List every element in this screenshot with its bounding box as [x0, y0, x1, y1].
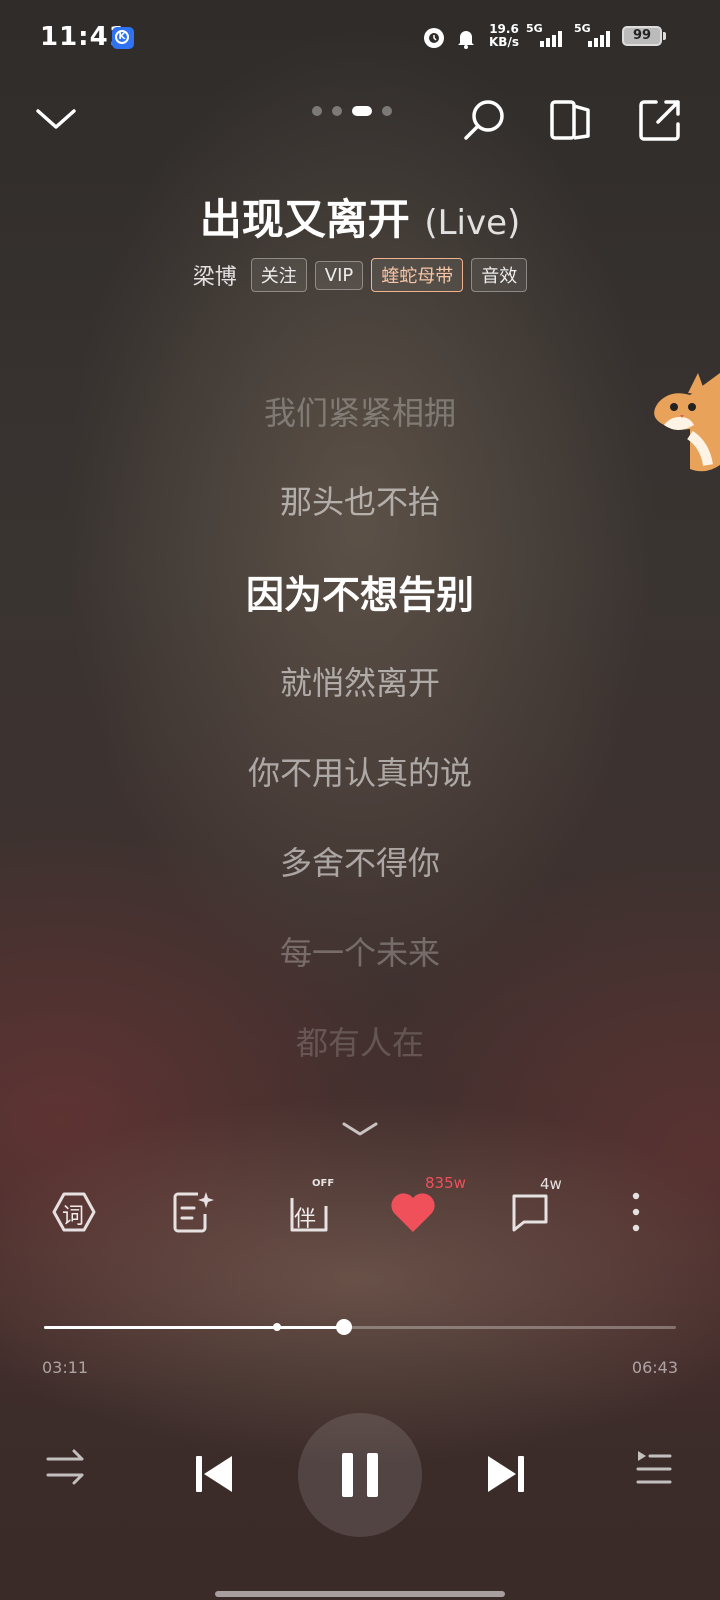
lyrics-icon-text: 词	[62, 1204, 85, 1229]
network-speed: 19.6 KB/s	[489, 22, 519, 49]
signal-sim1-icon	[540, 31, 562, 47]
lyric-line-current[interactable]: 因为不想告别	[0, 564, 720, 619]
lyric-line[interactable]: 就悄然离开	[0, 658, 720, 704]
page-dot[interactable]	[312, 106, 322, 116]
search-icon[interactable]	[460, 96, 508, 144]
app-badge-icon: K	[112, 27, 134, 49]
like-button[interactable]: 835w	[388, 1174, 466, 1236]
accompany-icon-text: 伴	[294, 1207, 317, 1232]
comment-icon	[512, 1194, 548, 1232]
song-title-main: 出现又离开	[199, 195, 410, 244]
song-title-suffix: (Live)	[424, 203, 521, 243]
lyric-line[interactable]: 都有人在	[0, 1018, 720, 1064]
lyric-line[interactable]: 你不用认真的说	[0, 748, 720, 794]
lyrics-button[interactable]: 词	[50, 1188, 98, 1236]
page-dot[interactable]	[332, 106, 342, 116]
shuffle-icon[interactable]	[44, 1445, 88, 1489]
pause-icon	[342, 1453, 378, 1497]
sound-effect-tag[interactable]: 音效	[471, 258, 528, 292]
notification-mute-icon	[458, 31, 474, 49]
comment-count: 4w	[540, 1175, 562, 1193]
more-icon[interactable]	[624, 1188, 648, 1236]
lyric-line[interactable]: 那头也不抬	[0, 477, 720, 523]
elapsed-time: 03:11	[42, 1358, 89, 1377]
alarm-icon	[424, 28, 444, 48]
progress-fill	[44, 1326, 344, 1329]
battery-tip	[663, 32, 666, 40]
master-quality-tag[interactable]: 蝰蛇母带	[371, 258, 464, 292]
accompany-button[interactable]: 伴 OFF	[286, 1178, 334, 1236]
collapse-icon[interactable]	[32, 95, 80, 143]
expand-lyrics-icon[interactable]	[340, 1118, 380, 1138]
heart-icon	[391, 1193, 435, 1232]
page-dot-active[interactable]	[352, 106, 372, 116]
progress-knob[interactable]	[335, 1319, 352, 1335]
device-switch-icon[interactable]	[548, 96, 596, 144]
lyric-line[interactable]: 我们紧紧相拥	[0, 388, 720, 434]
progress-marker	[272, 1323, 281, 1331]
like-count: 835w	[425, 1174, 466, 1192]
song-meta: 梁博 关注 VIP 蝰蛇母带 音效	[0, 258, 720, 292]
accompany-state: OFF	[312, 1178, 335, 1189]
comment-button[interactable]: 4w	[508, 1175, 568, 1236]
ai-notes-icon[interactable]	[168, 1188, 216, 1236]
playlist-icon[interactable]	[634, 1445, 674, 1489]
total-time: 06:43	[631, 1358, 678, 1377]
battery-indicator: 99	[622, 26, 662, 46]
page-indicator[interactable]	[312, 106, 392, 116]
follow-tag[interactable]: 关注	[250, 258, 307, 292]
next-icon[interactable]	[484, 1452, 528, 1496]
home-indicator[interactable]	[215, 1591, 505, 1597]
pause-button[interactable]	[298, 1413, 422, 1537]
lyric-line[interactable]: 每一个未来	[0, 928, 720, 974]
page-dot[interactable]	[382, 106, 392, 116]
vip-tag[interactable]: VIP	[314, 260, 364, 290]
share-icon[interactable]	[636, 96, 684, 144]
signal-sim2-icon	[588, 31, 610, 47]
song-title: 出现又离开 (Live)	[0, 186, 720, 247]
lyric-line[interactable]: 多舍不得你	[0, 838, 720, 884]
artist-name[interactable]: 梁博	[193, 259, 237, 291]
previous-icon[interactable]	[192, 1452, 236, 1496]
